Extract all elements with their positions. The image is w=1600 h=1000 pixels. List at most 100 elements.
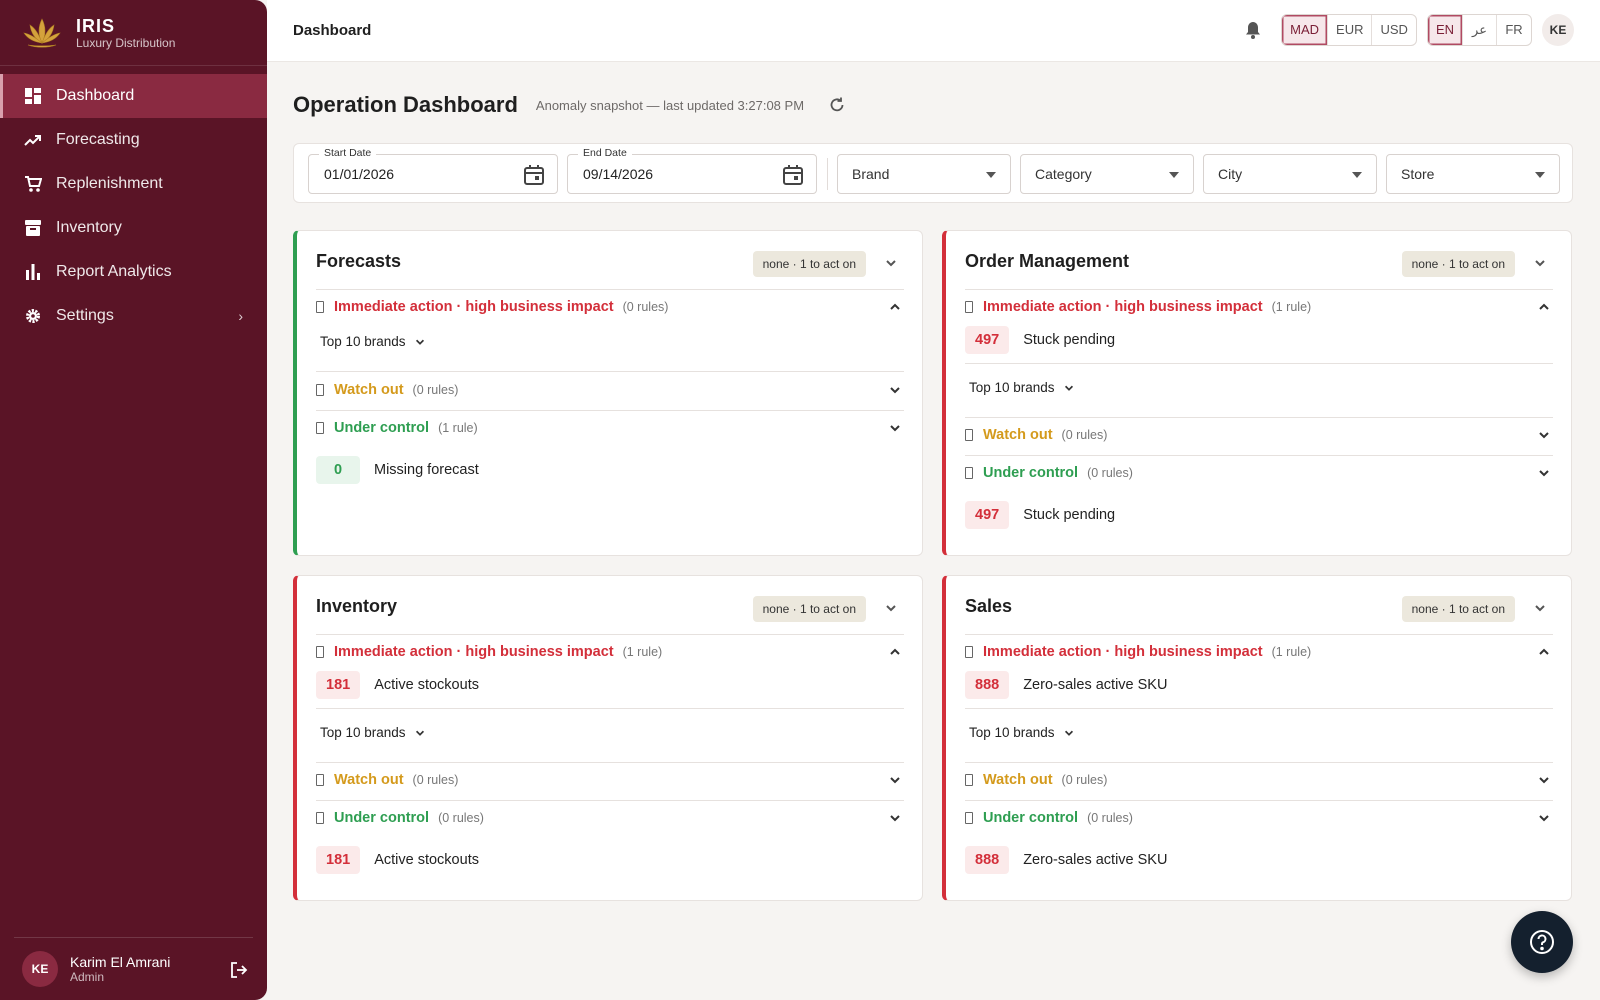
immediate-action-section[interactable]: Immediate action · high business impact …	[316, 296, 904, 318]
sidebar-item-replenishment[interactable]: Replenishment	[0, 162, 267, 206]
caret-down-icon	[1352, 172, 1362, 178]
top-brands-toggle[interactable]: Top 10 brands	[969, 725, 1075, 740]
metric-row[interactable]: 888 Zero-sales active SKU	[965, 671, 1167, 699]
calendar-icon[interactable]	[523, 164, 545, 186]
bell-icon[interactable]	[1243, 20, 1263, 40]
chevron-down-icon[interactable]	[1537, 428, 1551, 442]
chevron-down-icon[interactable]	[1533, 601, 1547, 615]
sidebar-item-dashboard[interactable]: Dashboard	[0, 74, 267, 118]
top-brands-toggle[interactable]: Top 10 brands	[969, 380, 1075, 395]
currency-eur-button[interactable]: EUR	[1328, 15, 1373, 45]
chevron-down-icon[interactable]	[888, 421, 902, 435]
section-title: Watch out	[334, 382, 404, 398]
caret-down-icon	[1169, 172, 1179, 178]
sales-card: Sales none · 1 to act on Immediate actio…	[942, 575, 1572, 901]
chevron-down-icon[interactable]	[888, 811, 902, 825]
chevron-down-icon[interactable]	[884, 601, 898, 615]
avatar[interactable]: KE	[22, 951, 58, 987]
divider	[965, 800, 1553, 801]
chevron-down-icon[interactable]	[1537, 811, 1551, 825]
chevron-down-icon[interactable]	[1533, 256, 1547, 270]
immediate-action-section[interactable]: Immediate action · high business impact …	[316, 641, 904, 663]
metric-row[interactable]: 497 Stuck pending	[965, 501, 1115, 529]
under-control-section[interactable]: Under control (0 rules)	[316, 807, 904, 829]
section-title: Under control	[334, 420, 430, 436]
end-date-field[interactable]: End Date 09/14/2026	[567, 147, 817, 194]
top-brands-label: Top 10 brands	[969, 380, 1055, 395]
metric-row[interactable]: 0 Missing forecast	[316, 456, 479, 484]
sidebar-item-label: Inventory	[56, 219, 122, 236]
archive-icon	[24, 219, 42, 237]
user-name: Karim El Amrani	[70, 954, 171, 970]
metric-value: 497	[965, 326, 1010, 354]
sidebar-item-report-analytics[interactable]: Report Analytics	[0, 250, 267, 294]
status-badge: none · 1 to act on	[752, 251, 866, 277]
chevron-down-icon[interactable]	[1537, 773, 1551, 787]
currency-usd-button[interactable]: USD	[1372, 15, 1415, 45]
chevron-up-icon[interactable]	[888, 645, 902, 659]
store-select[interactable]: Store	[1386, 154, 1560, 194]
divider	[965, 762, 1553, 763]
brand-select[interactable]: Brand	[837, 154, 1011, 194]
watch-out-section[interactable]: Watch out (0 rules)	[316, 379, 904, 401]
category-select-label: Category	[1035, 166, 1092, 182]
sidebar-item-settings[interactable]: Settings ›	[0, 294, 267, 338]
rule-count: (0 rules)	[412, 383, 459, 397]
sidebar-item-forecasting[interactable]: Forecasting	[0, 118, 267, 162]
section-marker-icon	[316, 384, 324, 396]
top-brands-toggle[interactable]: Top 10 brands	[320, 334, 426, 349]
language-fr-button[interactable]: FR	[1497, 15, 1531, 45]
watch-out-section[interactable]: Watch out (0 rules)	[965, 769, 1553, 791]
card-title: Order Management	[965, 251, 1130, 271]
under-control-section[interactable]: Under control (1 rule)	[316, 417, 904, 439]
section-marker-icon	[316, 301, 324, 313]
chevron-down-icon[interactable]	[888, 773, 902, 787]
calendar-icon[interactable]	[782, 164, 804, 186]
category-select[interactable]: Category	[1020, 154, 1194, 194]
under-control-section[interactable]: Under control (0 rules)	[965, 462, 1553, 484]
rule-count: (0 rules)	[412, 773, 459, 787]
immediate-action-section[interactable]: Immediate action · high business impact …	[965, 296, 1553, 318]
chevron-down-icon[interactable]	[888, 383, 902, 397]
cart-icon	[24, 175, 42, 193]
section-title: Watch out	[983, 772, 1053, 788]
divider	[316, 371, 904, 372]
metric-row[interactable]: 181 Active stockouts	[316, 671, 479, 699]
top-brands-toggle[interactable]: Top 10 brands	[320, 725, 426, 740]
dashboard-icon	[24, 87, 42, 105]
rule-count: (0 rules)	[1087, 811, 1133, 825]
card-title: Forecasts	[316, 251, 402, 271]
chevron-down-icon[interactable]	[884, 256, 898, 270]
start-date-field[interactable]: Start Date 01/01/2026	[308, 147, 558, 194]
card-title: Sales	[965, 596, 1013, 616]
watch-out-section[interactable]: Watch out (0 rules)	[965, 424, 1553, 446]
immediate-action-section[interactable]: Immediate action · high business impact …	[965, 641, 1553, 663]
metric-label: Missing forecast	[374, 462, 479, 478]
metric-row[interactable]: 888 Zero-sales active SKU	[965, 846, 1167, 874]
divider	[965, 417, 1553, 418]
city-select[interactable]: City	[1203, 154, 1377, 194]
watch-out-section[interactable]: Watch out (0 rules)	[316, 769, 904, 791]
sidebar-item-inventory[interactable]: Inventory	[0, 206, 267, 250]
section-marker-icon	[965, 467, 973, 479]
metric-row[interactable]: 181 Active stockouts	[316, 846, 479, 874]
start-date-value: 01/01/2026	[324, 166, 395, 182]
help-button[interactable]	[1511, 911, 1573, 973]
metric-row[interactable]: 497 Stuck pending	[965, 326, 1115, 354]
refresh-icon[interactable]	[828, 96, 846, 114]
chevron-up-icon[interactable]	[1537, 645, 1551, 659]
under-control-section[interactable]: Under control (0 rules)	[965, 807, 1553, 829]
rule-count: (0 rules)	[438, 811, 484, 825]
chevron-up-icon[interactable]	[888, 300, 902, 314]
top-brands-label: Top 10 brands	[320, 725, 406, 740]
rule-count: (1 rule)	[622, 645, 663, 659]
chevron-up-icon[interactable]	[1537, 300, 1551, 314]
section-title: Under control	[334, 810, 430, 826]
logout-icon[interactable]	[229, 960, 249, 980]
chevron-down-icon[interactable]	[1537, 466, 1551, 480]
store-select-label: Store	[1401, 166, 1435, 182]
avatar[interactable]: KE	[1542, 14, 1574, 46]
currency-mad-button[interactable]: MAD	[1282, 15, 1329, 45]
language-ar-button[interactable]: عر	[1463, 15, 1497, 45]
language-en-button[interactable]: EN	[1427, 15, 1463, 45]
